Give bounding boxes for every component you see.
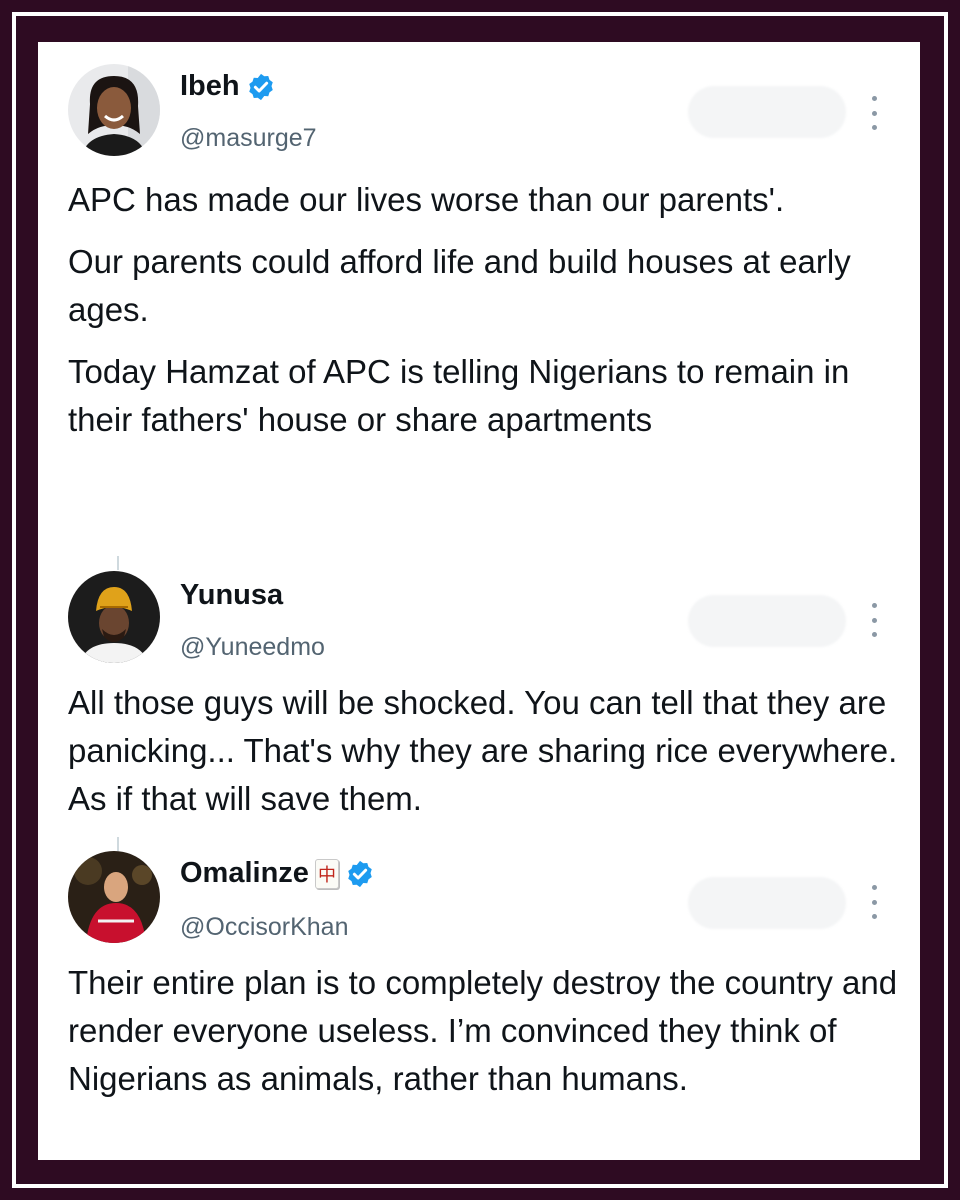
- tweet-ibeh[interactable]: Ibeh @masurge7 Follow APC has made our l…: [38, 42, 920, 547]
- tweet-paragraph: Today Hamzat of APC is telling Nigerians…: [68, 353, 850, 438]
- author-name[interactable]: Yunusa: [180, 579, 283, 612]
- follow-button[interactable]: Follow: [688, 595, 846, 647]
- mahjong-emoji-icon: 中: [314, 858, 339, 889]
- author-handle[interactable]: @Yuneedmo: [180, 633, 325, 662]
- tweet-paragraph: Our parents could afford life and build …: [68, 243, 851, 328]
- tweet-paragraph: All those guys will be shocked. You can …: [68, 684, 898, 817]
- avatar[interactable]: [68, 64, 160, 156]
- avatar[interactable]: [68, 851, 160, 943]
- author-handle[interactable]: @OccisorKhan: [180, 913, 349, 942]
- follow-button[interactable]: Follow: [688, 86, 846, 138]
- tweet-paragraph: Their entire plan is to completely destr…: [68, 964, 898, 1097]
- verified-badge-icon: [248, 73, 273, 100]
- follow-button[interactable]: Follow: [688, 877, 846, 929]
- tweet-text: APC has made our lives worse than our pa…: [68, 176, 898, 458]
- tweet-paragraph: APC has made our lives worse than our pa…: [68, 181, 785, 218]
- avatar[interactable]: [68, 571, 160, 663]
- tweet-text: Their entire plan is to completely destr…: [68, 959, 898, 1117]
- author-handle[interactable]: @masurge7: [180, 124, 317, 153]
- author-row: Yunusa: [180, 579, 283, 612]
- tweet-text: All those guys will be shocked. You can …: [68, 679, 898, 837]
- tweet-yunusa[interactable]: Yunusa @Yuneedmo Follow All those guys w…: [38, 557, 920, 837]
- tweet-omalinze[interactable]: Omalinze 中 @OccisorKhan Follow Their ent…: [38, 837, 920, 1160]
- more-options-icon[interactable]: [864, 96, 884, 130]
- more-options-icon[interactable]: [864, 603, 884, 637]
- author-row: Omalinze 中: [180, 857, 375, 890]
- author-row: Ibeh: [180, 70, 276, 103]
- author-name[interactable]: Ibeh: [180, 70, 240, 103]
- tweet-thread-card: Ibeh @masurge7 Follow APC has made our l…: [38, 42, 920, 1160]
- more-options-icon[interactable]: [864, 885, 884, 919]
- author-name[interactable]: Omalinze: [180, 857, 309, 890]
- verified-badge-icon: [348, 860, 372, 887]
